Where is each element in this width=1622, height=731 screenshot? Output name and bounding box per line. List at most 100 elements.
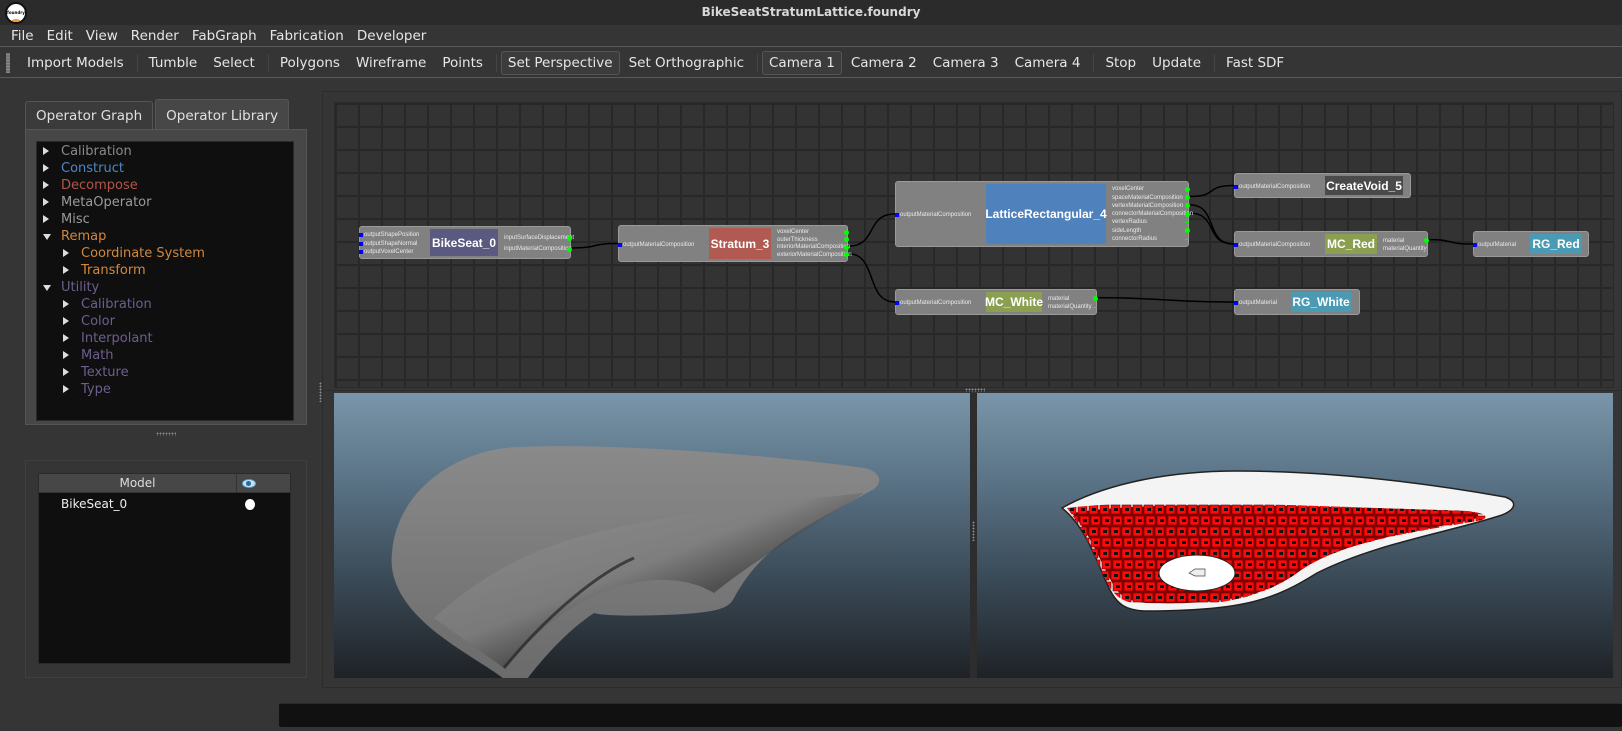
expand-arrow-icon[interactable] xyxy=(63,368,69,376)
input-port-icon[interactable] xyxy=(359,241,363,246)
toolbar-grip-handle[interactable] xyxy=(6,52,10,73)
tree-item-decompose[interactable]: Decompose xyxy=(37,177,293,194)
menu-render[interactable]: Render xyxy=(126,28,187,44)
input-port-icon[interactable] xyxy=(1473,243,1477,247)
tree-item-color[interactable]: Color xyxy=(37,313,293,330)
camera-4-button[interactable]: Camera 4 xyxy=(1008,51,1088,75)
camera-3-button[interactable]: Camera 3 xyxy=(926,51,1006,75)
camera-2-button[interactable]: Camera 2 xyxy=(844,51,924,75)
menu-fabgraph[interactable]: FabGraph xyxy=(187,28,265,44)
menu-edit[interactable]: Edit xyxy=(42,28,81,44)
operator-library-tree[interactable]: Calibration Construct Decompose MetaOperato… xyxy=(36,141,294,421)
expand-arrow-icon[interactable] xyxy=(63,266,69,274)
input-port-icon[interactable] xyxy=(359,233,363,238)
input-port-icon[interactable] xyxy=(1234,184,1238,189)
output-port-icon[interactable] xyxy=(844,244,849,250)
expand-arrow-icon[interactable] xyxy=(63,351,69,359)
viewport-splitter-handle[interactable] xyxy=(972,521,975,541)
set-orthographic-button[interactable]: Set Orthographic xyxy=(622,51,751,75)
menu-fabrication[interactable]: Fabrication xyxy=(265,28,352,44)
graph-node-mc_white[interactable]: MC_White outputMaterialComposition materia… xyxy=(895,289,1098,315)
output-port-icon[interactable] xyxy=(567,246,572,252)
output-port-icon[interactable] xyxy=(844,237,849,243)
output-port-icon[interactable] xyxy=(1185,203,1190,209)
output-port-icon[interactable] xyxy=(1185,228,1190,233)
tree-item-calibration[interactable]: Calibration xyxy=(37,143,293,160)
graph-node-stratum_3[interactable]: Stratum_3 outputMaterialComposition voxelC… xyxy=(618,225,852,262)
output-port-icon[interactable] xyxy=(1185,211,1190,217)
graph-node-latticerectangular_4[interactable]: LatticeRectangular_4 outputMaterialCompos… xyxy=(895,181,1193,247)
wireframe-button[interactable]: Wireframe xyxy=(349,51,433,75)
graph-node-rg_white[interactable]: RG_White outputMaterial xyxy=(1234,289,1360,315)
graph-node-bikeseat_0[interactable]: BikeSeat_0 outputShapePosition outputShape… xyxy=(359,226,574,259)
tumble-button[interactable]: Tumble xyxy=(142,51,205,75)
eye-icon[interactable] xyxy=(242,479,256,488)
expand-arrow-icon[interactable] xyxy=(43,147,49,155)
input-port-icon[interactable] xyxy=(1234,243,1238,247)
menu-view[interactable]: View xyxy=(81,28,126,44)
graph-connection[interactable] xyxy=(570,242,619,249)
input-port-icon[interactable] xyxy=(895,301,899,305)
tree-item-coordinate-system[interactable]: Coordinate System xyxy=(37,245,293,262)
set-perspective-button[interactable]: Set Perspective xyxy=(500,50,620,75)
tree-item-utility[interactable]: Utility xyxy=(37,279,293,296)
expand-arrow-icon[interactable] xyxy=(43,181,49,189)
tree-item-calibration[interactable]: Calibration xyxy=(37,296,293,313)
viewport-camera-2[interactable] xyxy=(977,393,1613,678)
tree-item-metaoperator[interactable]: MetaOperator xyxy=(37,194,293,211)
import-models-button[interactable]: Import Models xyxy=(20,51,131,75)
operator-graph-canvas[interactable]: BikeSeat_0 outputShapePosition outputShape… xyxy=(334,102,1614,388)
graph-node-mc_red[interactable]: MC_Red outputMaterialComposition material m… xyxy=(1234,231,1429,257)
viewport-splitter[interactable] xyxy=(970,393,977,678)
polygons-button[interactable]: Polygons xyxy=(273,51,347,75)
output-port-icon[interactable] xyxy=(1093,307,1097,309)
expand-arrow-icon[interactable] xyxy=(43,198,49,206)
viewport-camera-1[interactable] xyxy=(334,393,970,678)
tree-item-texture[interactable]: Texture xyxy=(37,364,293,381)
input-port-icon[interactable] xyxy=(618,242,622,247)
camera-1-button[interactable]: Camera 1 xyxy=(762,50,842,75)
tree-item-interpolant[interactable]: Interpolant xyxy=(37,330,293,347)
update-button[interactable]: Update xyxy=(1145,51,1208,75)
tree-item-type[interactable]: Type xyxy=(37,381,293,398)
graph-node-createvoid_5[interactable]: CreateVoid_5 outputMaterialComposition xyxy=(1234,173,1411,198)
expand-arrow-icon[interactable] xyxy=(43,164,49,172)
tree-item-remap[interactable]: Remap xyxy=(37,228,293,245)
graph-connection[interactable] xyxy=(1427,238,1474,245)
output-port-icon[interactable] xyxy=(1424,249,1428,251)
model-column-header[interactable]: Model xyxy=(39,474,237,493)
collapse-arrow-icon[interactable] xyxy=(43,285,51,291)
graph-connection[interactable] xyxy=(1096,296,1235,303)
visibility-toggle[interactable] xyxy=(245,499,255,510)
tree-item-misc[interactable]: Misc xyxy=(37,211,293,228)
graph-connection[interactable] xyxy=(847,213,896,247)
input-port-icon[interactable] xyxy=(1234,301,1238,305)
output-port-icon[interactable] xyxy=(1185,238,1189,240)
tab-operator-graph[interactable]: Operator Graph xyxy=(25,101,154,130)
model-row[interactable]: BikeSeat_0 xyxy=(39,495,290,513)
output-port-icon[interactable] xyxy=(1093,296,1098,302)
menu-file[interactable]: File xyxy=(6,28,42,44)
stop-button[interactable]: Stop xyxy=(1098,51,1143,75)
output-port-icon[interactable] xyxy=(1185,195,1190,200)
output-port-icon[interactable] xyxy=(1185,222,1189,224)
fast-sdf-button[interactable]: Fast SDF xyxy=(1219,51,1291,75)
tab-operator-library[interactable]: Operator Library xyxy=(155,99,290,130)
expand-arrow-icon[interactable] xyxy=(63,300,69,308)
output-port-icon[interactable] xyxy=(844,229,849,235)
graph-connection[interactable] xyxy=(1188,212,1235,245)
graph-connection[interactable] xyxy=(1188,184,1235,198)
left-panel-splitter-handle[interactable] xyxy=(156,432,176,436)
output-port-icon[interactable] xyxy=(1424,238,1429,244)
expand-arrow-icon[interactable] xyxy=(63,317,69,325)
expand-arrow-icon[interactable] xyxy=(43,215,49,223)
points-button[interactable]: Points xyxy=(435,51,490,75)
graph-connection[interactable] xyxy=(1188,204,1235,245)
expand-arrow-icon[interactable] xyxy=(63,385,69,393)
input-port-icon[interactable] xyxy=(895,213,899,217)
tree-item-construct[interactable]: Construct xyxy=(37,160,293,177)
input-port-icon[interactable] xyxy=(359,249,363,254)
graph-node-rg_red[interactable]: RG_Red outputMaterial xyxy=(1473,231,1589,257)
tree-item-transform[interactable]: Transform xyxy=(37,262,293,279)
menu-developer[interactable]: Developer xyxy=(352,28,434,44)
